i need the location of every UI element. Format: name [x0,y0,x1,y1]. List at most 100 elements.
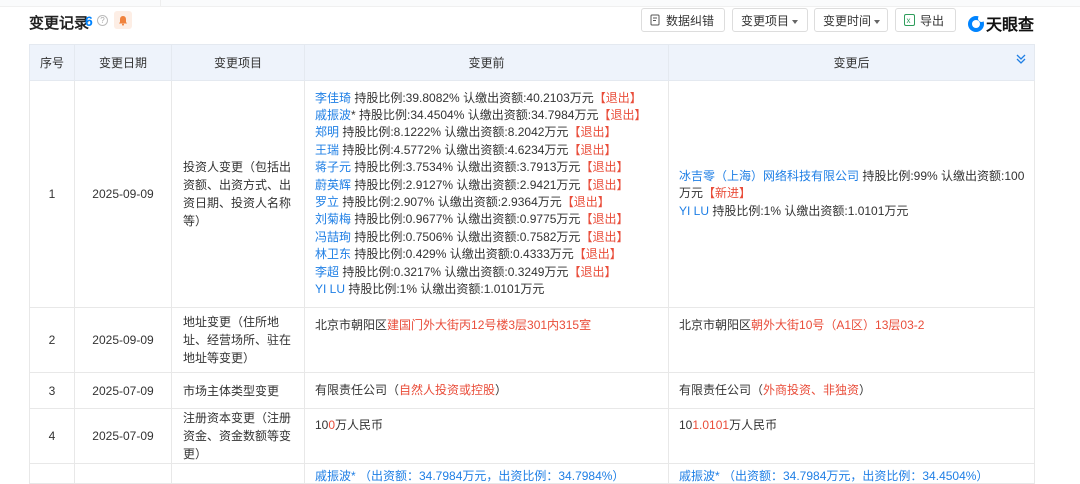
expand-all-icon[interactable] [1016,54,1026,68]
row-index [29,463,75,484]
shareholder-line: 刘菊梅 持股比例:0.9677% 认缴出资额:0.9775万元【退出】 [315,211,660,228]
shareholder-line: 冰吉零（上海）网络科技有限公司 持股比例:99% 认缴出资额:100万元【新进】 [679,168,1026,203]
table-row: 3 2025-07-09 市场主体类型变更 有限责任公司（自然人投资或控股） 有… [29,372,1035,409]
before-highlight: 自然人投资或控股 [399,382,496,397]
after-cell: 101.0101万人民币 [668,408,1035,464]
shareholder-detail: 持股比例:1% 认缴出资额:1.0101万元 [345,282,545,297]
after-cell: 有限责任公司（外商投资、非独资） [668,372,1035,409]
shareholder-name-link[interactable]: 蒋子元 [315,160,351,174]
table-row: 4 2025-07-09 注册资本变更（注册资金、资金数额等变更） 100万人民… [29,408,1035,464]
status-tag: 【退出】 [573,247,622,262]
after-highlight: 外商投资、非独资 [763,382,860,397]
status-tag: 【退出】 [593,90,642,105]
row-item [171,463,305,484]
shareholder-name-link[interactable]: YI LU [679,204,709,218]
shareholder-name-link[interactable]: 冯喆珣 [315,230,351,244]
row-date: 2025-07-09 [74,408,172,464]
shareholder-detail: 持股比例:2.907% 认缴出资额:2.9364万元 [339,195,562,209]
after-cell: 冰吉零（上海）网络科技有限公司 持股比例:99% 认缴出资额:100万元【新进】… [668,80,1035,308]
data-correction-button[interactable]: 数据纠错 [641,8,725,32]
after-plain: 有限责任公司（ [679,382,764,397]
col-date: 变更日期 [74,44,172,81]
status-tag: 【退出】 [568,264,617,279]
export-label: 导出 [920,14,945,28]
shareholder-name-link[interactable]: 林卫东 [315,247,351,261]
table-header-row: 序号 变更日期 变更项目 变更前 变更后 [29,44,1035,81]
shareholder-name-link[interactable]: 戚振波 [315,108,351,122]
row-item: 注册资本变更（注册资金、资金数额等变更） [171,408,305,464]
after-b: 万人民币 [729,418,778,432]
shareholder-detail: 持股比例:1% 认缴出资额:1.0101万元 [709,203,909,218]
status-tag: 【退出】 [580,160,629,175]
shareholder-line: 郑明 持股比例:8.1222% 认缴出资额:8.2042万元【退出】 [315,124,660,141]
shareholder-name-link[interactable]: 罗立 [315,195,339,209]
status-tag: 【新进】 [703,186,752,201]
before-cell: 北京市朝阳区建国门外大街丙12号楼3层301内315室 [304,307,669,373]
row-index: 4 [29,408,75,464]
before-a: 10 [315,418,329,432]
before-b: 万人民币 [335,418,384,432]
status-tag: 【退出】 [580,229,629,244]
shareholder-name-link[interactable]: 刘菊梅 [315,212,351,226]
shareholder-name-link[interactable]: 王瑞 [315,143,339,157]
correction-icon [650,10,661,34]
shareholder-detail: 持股比例:4.5772% 认缴出资额:4.6234万元 [339,142,569,157]
shareholder-name-link[interactable]: 郑明 [315,125,339,139]
change-item-label: 变更项目 [741,14,790,28]
logo-icon [968,15,985,32]
shareholder-detail: 持股比例:0.3217% 认缴出资额:0.3249万元 [339,264,569,279]
shareholder-line: YI LU 持股比例:1% 认缴出资额:1.0101万元 [679,203,1026,220]
shareholder-line: 王瑞 持股比例:4.5772% 认缴出资额:4.6234万元【退出】 [315,142,660,159]
section-header: 变更记录 6 ? 数据纠错 变更项目 变更时间 x 导出 天眼查 [0,6,1080,38]
shareholder-line: YI LU 持股比例:1% 认缴出资额:1.0101万元 [315,281,660,298]
row-item: 投资人变更（包括出资额、出资方式、出资日期、投资人名称等） [171,80,305,308]
shareholder-name-link[interactable]: 冰吉零（上海）网络科技有限公司 [679,169,859,183]
row-date: 2025-09-09 [74,80,172,308]
shareholder-name-link[interactable]: YI LU [315,282,345,296]
col-after: 变更后 [668,44,1035,81]
help-icon[interactable]: ? [97,15,108,26]
row-date [74,463,172,484]
after-a: 10 [679,418,693,432]
status-tag: 【退出】 [598,107,647,122]
col-item: 变更项目 [171,44,305,81]
bell-icon[interactable] [114,11,132,29]
row-date: 2025-07-09 [74,372,172,409]
after-tail: ） [859,382,872,397]
shareholder-name-link[interactable]: 李佳琦 [315,91,351,105]
row-index: 1 [29,80,75,308]
change-item-dropdown[interactable]: 变更项目 [732,8,808,32]
data-correction-label: 数据纠错 [666,14,715,28]
shareholder-name-link[interactable]: 蔚英辉 [315,178,351,192]
export-button[interactable]: x 导出 [895,8,956,32]
shareholder-line: 罗立 持股比例:2.907% 认缴出资额:2.9364万元【退出】 [315,194,660,211]
logo-text: 天眼查 [986,17,1035,34]
shareholder-detail: 持股比例:39.8082% 认缴出资额:40.2103万元 [351,90,594,105]
before-plain: 北京市朝阳区 [315,318,388,332]
after-highlight: 1.0101 [692,418,730,432]
change-time-label: 变更时间 [823,14,872,28]
shareholder-detail: 持股比例:0.429% 认缴出资额:0.4333万元 [351,247,574,262]
table-row: 1 2025-09-09 投资人变更（包括出资额、出资方式、出资日期、投资人名称… [29,80,1035,308]
before-cell: 戚振波* （出资额：34.7984万元，出资比例：34.7984%） [304,463,669,484]
shareholder-detail: 持股比例:8.1222% 认缴出资额:8.2042万元 [339,125,569,140]
col-index: 序号 [29,44,75,81]
shareholder-name-link[interactable]: 李超 [315,265,339,279]
shareholder-line: 李佳琦 持股比例:39.8082% 认缴出资额:40.2103万元【退出】 [315,90,660,107]
change-records-table: 序号 变更日期 变更项目 变更前 变更后 1 2025-09-09 投资人变更（… [29,44,1035,484]
shareholder-line: 戚振波* 持股比例:34.4504% 认缴出资额:34.7984万元【退出】 [315,107,660,124]
shareholder-line: 冯喆珣 持股比例:0.7506% 认缴出资额:0.7582万元【退出】 [315,229,660,246]
svg-text:x: x [907,16,911,25]
chevron-down-icon [874,19,881,24]
col-before: 变更前 [304,44,669,81]
shareholder-line: 林卫东 持股比例:0.429% 认缴出资额:0.4333万元【退出】 [315,246,660,263]
record-count: 6 [85,13,93,29]
status-tag: 【退出】 [580,177,629,192]
row-item: 地址变更（住所地址、经营场所、驻在地址等变更） [171,307,305,373]
change-time-dropdown[interactable]: 变更时间 [814,8,888,32]
row-index: 2 [29,307,75,373]
status-tag: 【退出】 [568,142,617,157]
table-row: 2 2025-09-09 地址变更（住所地址、经营场所、驻在地址等变更） 北京市… [29,307,1035,373]
table-row: 戚振波* （出资额：34.7984万元，出资比例：34.7984%） 戚振波* … [29,463,1035,484]
before-cell: 李佳琦 持股比例:39.8082% 认缴出资额:40.2103万元【退出】 戚振波… [304,80,669,308]
